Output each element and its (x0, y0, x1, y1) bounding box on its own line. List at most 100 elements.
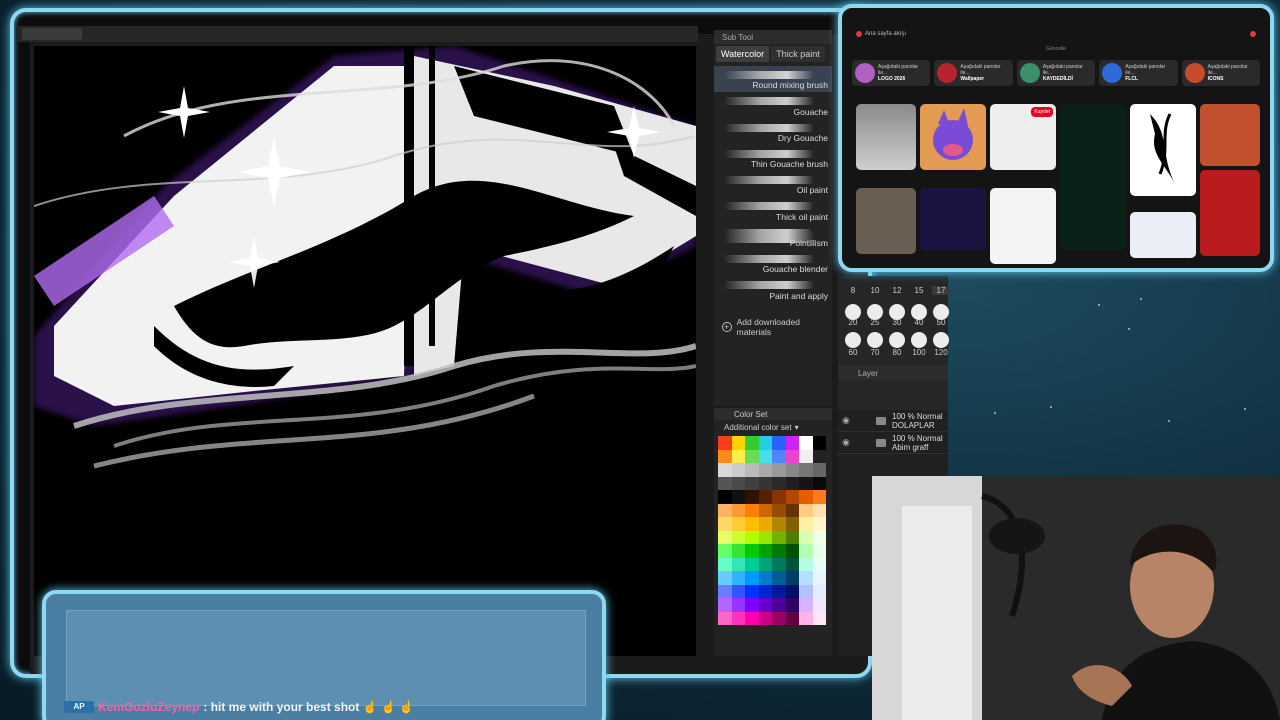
color-swatch[interactable] (772, 476, 786, 490)
color-swatch[interactable] (731, 557, 745, 571)
pin-green-elements[interactable] (1060, 104, 1126, 250)
add-materials-button[interactable]: + Add downloaded materials (714, 317, 832, 337)
color-swatch[interactable] (745, 571, 759, 585)
brush-size-option[interactable]: 80 (888, 348, 906, 357)
color-swatch[interactable] (812, 530, 826, 544)
color-swatch[interactable] (785, 490, 799, 504)
brush-size-option[interactable]: 120 (932, 348, 950, 357)
color-swatch[interactable] (745, 544, 759, 558)
color-swatch[interactable] (785, 436, 799, 450)
color-swatch[interactable] (758, 598, 772, 612)
pin-japan-neon[interactable] (920, 188, 986, 250)
brush-size-option[interactable]: 30 (888, 318, 906, 327)
color-swatch[interactable] (812, 436, 826, 450)
brush-size-option[interactable]: 15 (910, 286, 928, 295)
color-swatch[interactable] (812, 503, 826, 517)
color-swatch[interactable] (799, 598, 813, 612)
color-swatch[interactable] (718, 530, 732, 544)
color-swatch[interactable] (718, 557, 732, 571)
color-swatch[interactable] (731, 463, 745, 477)
color-swatch[interactable] (745, 503, 759, 517)
color-swatch[interactable] (785, 503, 799, 517)
color-swatch[interactable] (718, 598, 732, 612)
color-swatch[interactable] (812, 557, 826, 571)
color-swatch[interactable] (772, 490, 786, 504)
color-swatch[interactable] (745, 557, 759, 571)
color-swatch[interactable] (772, 530, 786, 544)
color-swatch[interactable] (731, 490, 745, 504)
color-swatch[interactable] (772, 517, 786, 531)
color-swatch[interactable] (718, 571, 732, 585)
color-swatch[interactable] (799, 476, 813, 490)
brush-size-option[interactable]: 25 (866, 318, 884, 327)
color-swatch[interactable] (758, 463, 772, 477)
brush-size-dot[interactable] (933, 332, 949, 348)
color-swatch[interactable] (812, 463, 826, 477)
color-swatch[interactable] (772, 503, 786, 517)
brush-size-dot[interactable] (845, 332, 861, 348)
color-swatch[interactable] (812, 490, 826, 504)
color-swatch[interactable] (718, 611, 732, 625)
color-swatch[interactable] (758, 449, 772, 463)
color-swatch[interactable] (772, 436, 786, 450)
canvas-titlebar[interactable] (18, 26, 698, 42)
brush-item[interactable]: Paint and apply (714, 276, 832, 302)
brush-size-option-selected[interactable]: 17 (932, 286, 950, 295)
color-swatch[interactable] (799, 517, 813, 531)
color-swatch[interactable] (799, 490, 813, 504)
color-swatch[interactable] (745, 517, 759, 531)
color-swatch[interactable] (758, 571, 772, 585)
pin-manga-figure[interactable] (990, 188, 1056, 264)
colorset-toolbar[interactable] (714, 392, 832, 406)
color-swatch[interactable] (772, 449, 786, 463)
color-swatch[interactable] (772, 557, 786, 571)
color-swatch[interactable] (799, 436, 813, 450)
board-card[interactable]: Aşağıdaki panolar ile... FLCL (1099, 60, 1178, 86)
color-swatch[interactable] (785, 463, 799, 477)
brush-item[interactable]: Gouache (714, 92, 832, 118)
color-swatch[interactable] (718, 436, 732, 450)
layer-toolbar[interactable] (838, 380, 948, 410)
color-swatch[interactable] (745, 463, 759, 477)
board-card[interactable]: Aşağıdaki panolar ile... Wallpaper (934, 60, 1013, 86)
color-swatch[interactable] (772, 544, 786, 558)
color-swatch[interactable] (812, 611, 826, 625)
eye-icon[interactable]: ◉ (842, 437, 850, 448)
color-swatch[interactable] (812, 476, 826, 490)
save-button[interactable]: Kaydet (1031, 107, 1053, 117)
pin-skylight[interactable] (1130, 212, 1196, 258)
color-swatch[interactable] (745, 611, 759, 625)
color-swatch[interactable] (785, 449, 799, 463)
color-swatch[interactable] (731, 544, 745, 558)
color-swatch[interactable] (785, 571, 799, 585)
layer-item[interactable]: ◉ 100 % Normal DOLAPLAR (838, 410, 948, 432)
color-swatch[interactable] (785, 611, 799, 625)
color-swatch[interactable] (799, 530, 813, 544)
pin-hooded-figure[interactable] (856, 188, 916, 254)
brush-size-option[interactable]: 10 (866, 286, 884, 295)
color-swatch[interactable] (731, 436, 745, 450)
pin-anime-sunglasses[interactable] (1200, 104, 1260, 166)
brush-size-option[interactable]: 8 (844, 286, 862, 295)
tab-thick-paint[interactable]: Thick paint (771, 46, 825, 62)
pin-purple-creature[interactable] (920, 104, 986, 170)
drawing-canvas[interactable] (34, 46, 696, 656)
color-swatch[interactable] (745, 584, 759, 598)
color-swatch[interactable] (745, 490, 759, 504)
color-swatch[interactable] (812, 584, 826, 598)
color-swatch[interactable] (785, 557, 799, 571)
brush-size-option[interactable]: 12 (888, 286, 906, 295)
color-swatch[interactable] (758, 557, 772, 571)
pin-tribal-tattoo[interactable] (1130, 104, 1196, 196)
color-swatch[interactable] (758, 544, 772, 558)
color-swatch[interactable] (812, 517, 826, 531)
pin-logo-2026[interactable]: Kaydet (990, 104, 1056, 170)
brush-item[interactable]: Thick oil paint (714, 197, 832, 223)
pin-cat[interactable] (856, 104, 916, 170)
brush-item[interactable]: Pointillism (714, 224, 832, 250)
color-swatch[interactable] (812, 598, 826, 612)
color-swatch[interactable] (785, 530, 799, 544)
brush-item[interactable]: Dry Gouache (714, 119, 832, 145)
color-swatch[interactable] (718, 544, 732, 558)
color-swatch[interactable] (799, 544, 813, 558)
